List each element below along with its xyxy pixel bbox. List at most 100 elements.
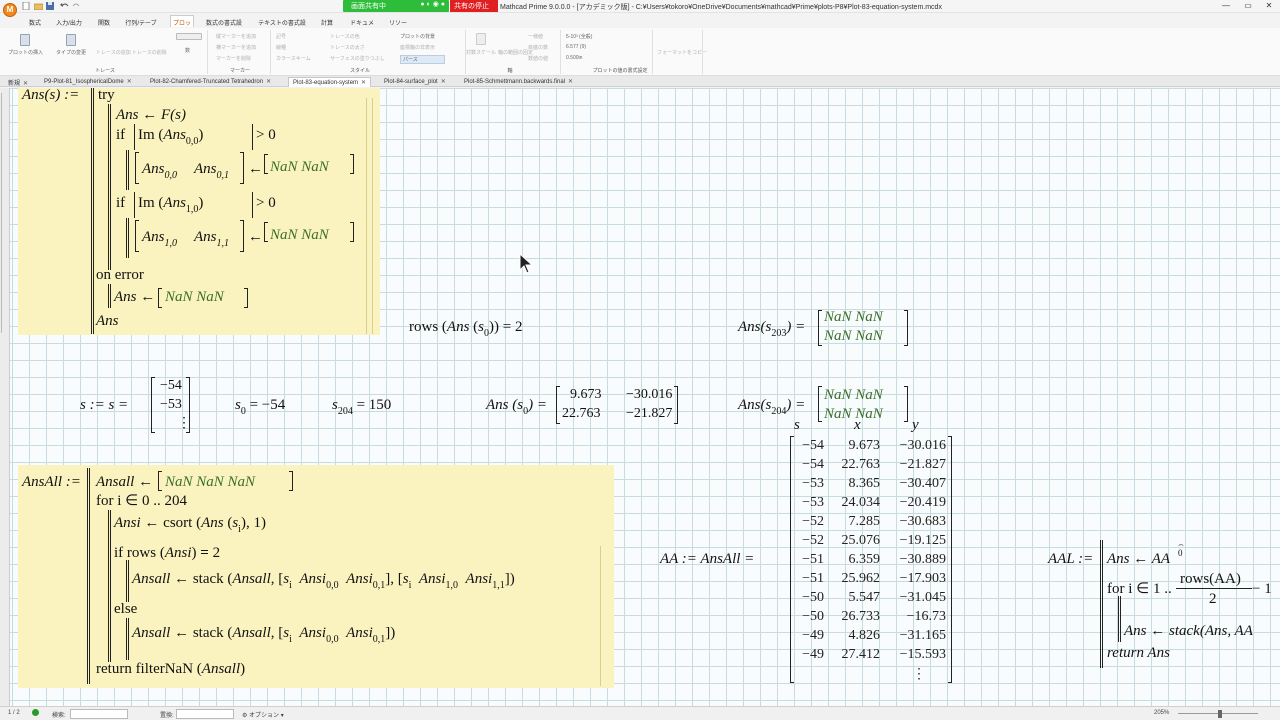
surface-fill-dropdown[interactable]: サーフェスの塗りつぶし [330, 55, 385, 62]
find-input[interactable] [70, 709, 128, 719]
matrix-cell: −17.903 [899, 571, 946, 586]
matrix-row: −53 24.034 −20.419 [796, 495, 946, 514]
stack-two-rows: Ansall ← stack (Ansall, [si Ansi0,0 Ansi… [132, 571, 515, 591]
close-tab-icon[interactable]: ✕ [266, 79, 271, 85]
plot-background-dropdown[interactable]: プロットの背景 [400, 33, 435, 40]
close-tab-icon[interactable]: ✕ [568, 79, 573, 85]
close-tab-icon[interactable]: ✕ [127, 79, 132, 85]
aa-definition: AA := AnsAll = [660, 551, 755, 567]
remove-trace-button[interactable]: トレースの削除 [132, 49, 167, 56]
redo-icon[interactable] [72, 2, 81, 10]
s-definition: s := s = [80, 397, 129, 413]
matrix-cell: −51 [802, 552, 824, 567]
doc-tab-plot-85[interactable]: Plot-85-Schmettmann.backwards.final ✕ [460, 77, 577, 87]
matrix-cell: −15.593 [899, 647, 946, 662]
col-header-y: y [912, 417, 919, 433]
tab-plots[interactable]: プロット [170, 15, 194, 36]
matrix-cell: −53 [802, 476, 824, 491]
close-tab-icon[interactable]: ✕ [441, 79, 446, 85]
new-file-icon[interactable] [22, 1, 31, 11]
gt-zero-2: > 0 [256, 195, 276, 211]
hide-axes-button[interactable]: 座標軸の非表示 [400, 44, 435, 51]
matrix-row: −54 22.763 −21.827 [796, 457, 946, 476]
doc-tab-plot-81[interactable]: P9-Plot-81_IsosphericalDome ✕ [40, 77, 136, 87]
color-scheme-dropdown[interactable]: カラースキーム [276, 55, 311, 62]
matrix-cell: 24.034 [841, 495, 881, 510]
insert-plot-icon[interactable] [20, 34, 30, 46]
insert-plot-button[interactable]: プロットの挿入 [8, 49, 43, 56]
trace-color-dropdown[interactable]: トレースの色 [330, 33, 360, 40]
close-tab-icon[interactable]: ✕ [361, 80, 366, 86]
undo-icon[interactable] [60, 2, 69, 10]
im-label-2: Im (Ans1,0) [138, 195, 204, 215]
aal-init: Ans ← AA [1107, 551, 1171, 567]
options-button[interactable]: ⚙ オプション ▾ [242, 710, 284, 719]
doc-tab-plot-83[interactable]: Plot-83-equation-system ✕ [288, 77, 372, 87]
transpose-hat: ⌢ 0 [1178, 539, 1184, 558]
line-style-dropdown[interactable]: 線種 [276, 44, 286, 51]
log-scale-button[interactable]: 対数スケール [466, 49, 496, 56]
change-type-button[interactable]: タイプの変更 [56, 49, 86, 56]
add-vertical-marker-button[interactable]: 縦マーカーを追加 [216, 33, 256, 40]
matrix-row: −51 25.962 −17.903 [796, 571, 946, 590]
matrix-cell: −49 [802, 628, 824, 643]
matrix-cell: 22.763 [841, 457, 881, 472]
tab-calculation[interactable]: 計算 [318, 16, 336, 28]
mathcad-logo[interactable]: M [3, 3, 17, 17]
if-rows: if rows (Ansi) = 2 [114, 545, 221, 561]
matrix-cell: −30.683 [899, 514, 946, 529]
value-format-dropdown[interactable]: 6.577 (9) [566, 44, 586, 50]
ansall-init: Ansall ← [96, 474, 154, 490]
save-icon[interactable] [46, 2, 55, 10]
tab-math[interactable]: 数式 [26, 16, 44, 28]
doc-tab-plot-82[interactable]: Plot-82-Chamfered-Truncated Tetrahedron ✕ [146, 77, 275, 87]
tab-functions[interactable]: 関数 [96, 16, 112, 28]
precision-dropdown[interactable]: 5-10³ (全般) [566, 33, 592, 40]
tab-resources[interactable]: リソース [388, 16, 408, 36]
screen-sharing-indicator: 画面共有中 ● ◐ ◉ ● [343, 0, 449, 12]
tab-matrices-tables[interactable]: 行列/テーブル [124, 16, 158, 36]
symbol-dropdown[interactable]: 記号 [276, 33, 286, 40]
aal-return: return Ans [1107, 645, 1170, 661]
trace-weight-dropdown[interactable]: トレースの太さ [330, 44, 365, 51]
tab-text-formatting[interactable]: テキストの書式設定 [258, 16, 306, 36]
replace-input[interactable] [176, 709, 234, 719]
aa-result-matrix[interactable]: −54 9.673 −30.016 −54 22.763 −21.827 −53 8.365−… [790, 436, 952, 683]
add-trace-button[interactable]: トレースの追加 [96, 49, 131, 56]
number-field[interactable] [176, 33, 202, 40]
ans-assign-nan: Ans ← [114, 289, 156, 305]
tab-math-formatting[interactable]: 数式の書式設定 [204, 16, 244, 36]
format-copy-button[interactable]: フォーマットをコピー [657, 49, 707, 56]
tick-count-button[interactable]: 目盛の数 [528, 44, 548, 51]
page-indicator: 1 / 2 [8, 710, 20, 716]
perspective-button[interactable]: パース [400, 55, 445, 64]
doc-tab-new[interactable]: 新規 ✕ [4, 77, 32, 87]
left-margin-strip [0, 88, 10, 706]
numeric-value-button[interactable]: 数値の値 [528, 55, 548, 62]
try-keyword: try [98, 88, 115, 103]
close-icon[interactable]: ✕ [1259, 1, 1279, 11]
minimize-icon[interactable]: — [1216, 1, 1236, 11]
ribbon-tab-bar: 数式 入力/出力 関数 行列/テーブル プロット 数式の書式設定 テキストの書式… [0, 14, 1280, 39]
add-horizontal-marker-button[interactable]: 横マーカーを追加 [216, 44, 256, 51]
log-scale-icon[interactable] [476, 33, 486, 45]
doc-tab-plot-84[interactable]: Plot-84-surface_plot ✕ [380, 77, 450, 87]
stop-sharing-button[interactable]: 共有の停止 [450, 0, 498, 12]
worksheet[interactable]: Ans(s) := try Ans ← F(s) if Im (Ans0,0) … [10, 88, 1280, 706]
ans-00-cell: Ans0,0 [142, 161, 177, 181]
ans-s0-r0c0: 9.673 [570, 387, 602, 402]
return-filter: return filterNaN (Ansall) [96, 661, 246, 677]
change-type-icon[interactable] [66, 34, 76, 46]
uniform-value-button[interactable]: 一様値 [528, 33, 543, 40]
close-tab-icon[interactable]: ✕ [23, 81, 28, 87]
zoom-slider-thumb[interactable] [1218, 710, 1222, 718]
matrix-row: −49 4.826 −31.165 [796, 628, 946, 647]
matrix-cell: −21.827 [899, 457, 946, 472]
delete-marker-button[interactable]: マーカーを削除 [216, 55, 251, 62]
open-folder-icon[interactable] [33, 2, 44, 11]
indent-field[interactable]: 0.500in [566, 55, 582, 61]
maximize-icon[interactable]: ▭ [1238, 1, 1258, 11]
tab-documents[interactable]: ドキュメント [348, 16, 376, 36]
tab-input-output[interactable]: 入力/出力 [56, 16, 82, 28]
aal-frac-den: 2 [1209, 591, 1217, 607]
